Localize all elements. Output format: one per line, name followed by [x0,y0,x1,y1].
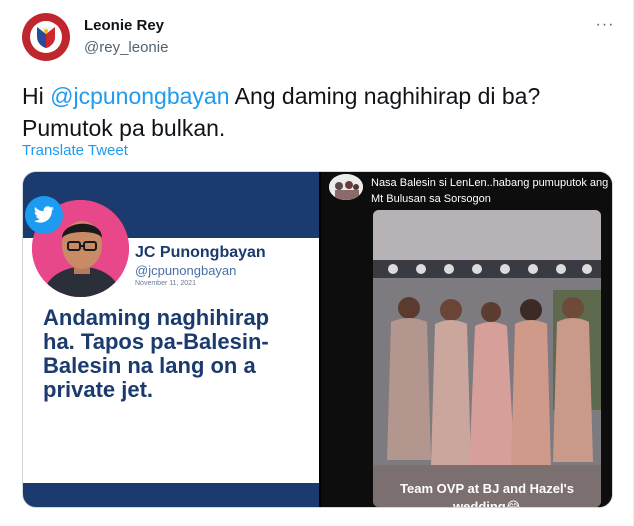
quoted-handle: @jcpunongbayan [135,263,237,278]
image-banner-bottom [23,483,319,507]
author-avatar[interactable] [22,13,70,61]
translate-tweet-link[interactable]: Translate Tweet [22,142,128,159]
mention-link[interactable]: @jcpunongbayan [50,83,229,109]
tweet[interactable]: Leonie Rey @rey_leonie ··· Hi @jcpunongb… [0,0,634,526]
tweet-text: Hi @jcpunongbayan Ang daming naghihirap … [22,80,612,144]
story-caption: Nasa Balesin si LenLen..habang pumuputok… [371,177,609,205]
media-grid[interactable]: JC Punongbayan @jcpunongbayan November 1… [22,171,613,508]
twitter-logo-icon [25,196,63,234]
author-handle[interactable]: @rey_leonie [84,39,168,56]
quoted-text: Andaming naghihirap ha. Tapos pa-Balesin… [43,305,270,402]
photo-illustration [373,210,601,507]
tweet-text-pre: Hi [22,83,51,109]
more-options-icon[interactable]: ··· [594,14,616,36]
group-photo: Team OVP at BJ and Hazel's wedding😂 [373,210,601,507]
story-avatar [329,174,363,200]
photo-caption: Team OVP at BJ and Hazel's wedding😂 [400,481,574,507]
author-name[interactable]: Leonie Rey [84,17,164,34]
coat-of-arms-icon [37,27,55,48]
quoted-name: JC Punongbayan [135,244,266,261]
media-image-right[interactable]: Nasa Balesin si LenLen..habang pumuputok… [321,172,612,507]
media-image-left[interactable]: JC Punongbayan @jcpunongbayan November 1… [23,172,319,507]
quoted-date: November 11, 2021 [135,280,196,287]
